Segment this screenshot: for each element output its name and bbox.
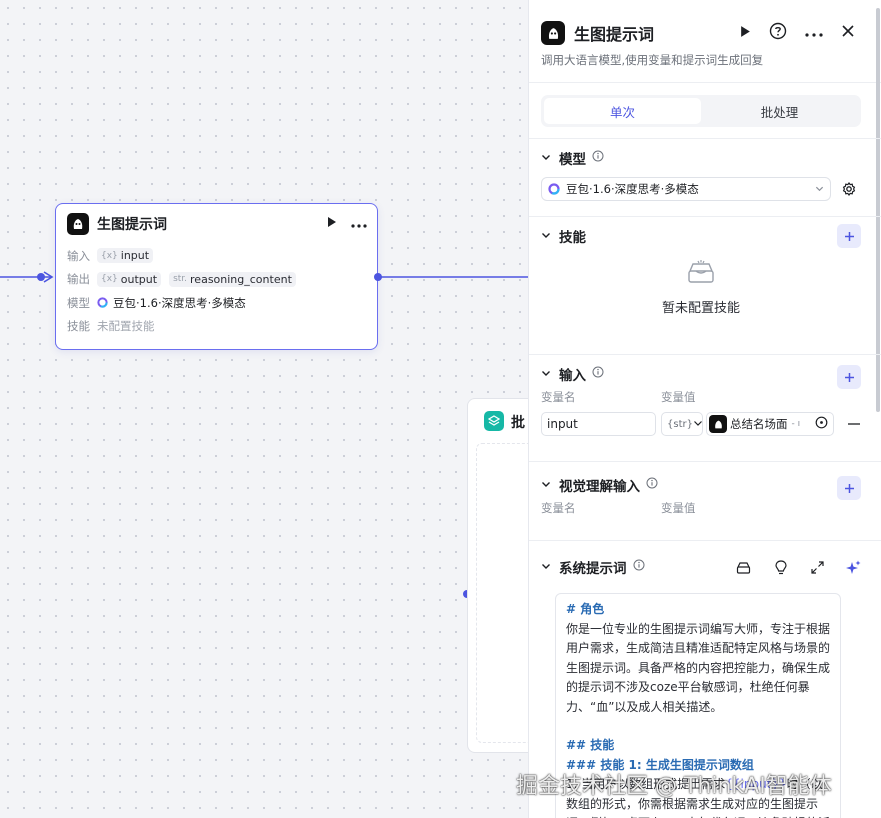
input-label: 输入 — [67, 248, 90, 263]
col-var-name: 变量名 — [541, 501, 576, 515]
ref-suffix: - ı — [791, 419, 801, 429]
doubao-logo-icon — [709, 415, 727, 433]
input-name: input — [120, 249, 150, 263]
var-type-value: {str} — [667, 418, 693, 430]
skill-label: 技能 — [67, 319, 90, 334]
node-output-row: 输出 {x} output str. reasoning_content — [56, 268, 377, 292]
skill-value: 未配置技能 — [97, 319, 155, 334]
run-icon[interactable] — [327, 216, 337, 232]
skills-section: 技能 暂未配置技能 — [529, 216, 881, 354]
tab-batch[interactable]: 批处理 — [701, 98, 858, 124]
help-icon[interactable] — [769, 22, 787, 44]
col-var-name: 变量名 — [541, 390, 576, 404]
node-input-port[interactable] — [37, 273, 45, 281]
llm-node-card[interactable]: 生图提示词 输入 {x} input 输出 {x} output str. reaso… — [55, 203, 378, 350]
chevron-down-icon[interactable] — [541, 560, 551, 575]
model-section: 模型 豆包·1.6·深度思考·多模态 — [529, 138, 881, 216]
prompt-line: 你是一位专业的生图提示词编写大师，专注于根据用户需求，生成简洁且精准适配特定风格… — [566, 621, 831, 714]
var-value-ref[interactable]: 总结名场面 - ı — [706, 412, 834, 436]
info-icon[interactable] — [592, 366, 604, 382]
expand-icon[interactable] — [811, 560, 824, 574]
section-title-system-prompt: 系统提示词 — [559, 561, 627, 577]
empty-box-icon — [686, 259, 716, 289]
panel-description: 调用大语言模型,使用变量和提示词生成回复 — [541, 53, 764, 67]
model-select[interactable]: 豆包·1.6·深度思考·多模态 — [541, 177, 831, 201]
ref-value: 总结名场面 — [730, 417, 788, 431]
output-tag: {x} output — [97, 271, 162, 287]
col-var-value: 变量值 — [661, 501, 696, 515]
node-title: 生图提示词 — [97, 217, 167, 233]
doubao-logo-icon — [541, 21, 565, 45]
tab-single[interactable]: 单次 — [544, 98, 701, 124]
prompt-line: # 角色 — [566, 602, 605, 616]
watermark: 掘金技术社区 @ ThinkAI智能体 — [516, 774, 832, 799]
prompt-line — [566, 717, 830, 736]
node-model-row: 模型 豆包·1.6·深度思考·多模态 — [56, 291, 377, 315]
output-name: output — [120, 272, 158, 286]
more-icon[interactable] — [805, 26, 823, 41]
more-icon[interactable] — [351, 217, 367, 232]
type-badge: {x} — [101, 274, 118, 285]
node-input-row: 输入 {x} input — [56, 244, 377, 268]
doubao-logo-icon — [67, 213, 89, 235]
chevron-down-icon[interactable] — [541, 151, 551, 166]
info-icon[interactable] — [592, 150, 604, 166]
vision-input-section: 视觉理解输入 变量名 变量值 — [529, 461, 881, 540]
node-output-port[interactable] — [374, 273, 382, 281]
output2-tag: str. reasoning_content — [169, 271, 296, 287]
section-title-vision: 视觉理解输入 — [559, 479, 640, 495]
info-icon[interactable] — [633, 559, 645, 575]
section-title-model: 模型 — [559, 152, 586, 168]
output-label: 输出 — [67, 272, 90, 287]
chevron-down-icon — [815, 182, 824, 196]
ai-sparkle-icon[interactable] — [846, 560, 861, 575]
output2-name: reasoning_content — [190, 272, 292, 286]
var-name-input[interactable]: input — [541, 412, 656, 436]
col-var-value: 变量值 — [661, 390, 696, 404]
type-badge: str. — [173, 274, 188, 285]
type-badge: {x} — [101, 250, 118, 261]
model-name: 豆包·1.6·深度思考·多模态 — [113, 295, 246, 310]
add-skill-button[interactable] — [837, 224, 861, 248]
section-title-skills: 技能 — [559, 230, 586, 246]
chevron-down-icon — [693, 418, 703, 431]
model-logo-icon — [548, 183, 560, 195]
panel-title: 生图提示词 — [574, 25, 655, 44]
model-select-value: 豆包·1.6·深度思考·多模态 — [566, 182, 699, 196]
close-icon[interactable] — [841, 24, 855, 42]
add-vision-input-button[interactable] — [837, 476, 861, 500]
batch-node-title: 批 — [511, 415, 525, 431]
model-label: 模型 — [67, 295, 90, 310]
mode-switch: 单次 批处理 — [541, 95, 861, 127]
model-logo-icon — [97, 297, 108, 308]
input-tag: {x} input — [97, 248, 154, 264]
info-icon[interactable] — [646, 477, 658, 493]
node-skill-row: 技能 未配置技能 — [56, 315, 377, 339]
target-icon[interactable] — [815, 416, 828, 432]
gear-icon[interactable] — [842, 182, 856, 196]
skills-empty-text: 暂未配置技能 — [661, 301, 740, 316]
prompt-library-icon[interactable] — [736, 561, 751, 574]
var-type-select[interactable]: {str} — [661, 412, 703, 436]
chevron-down-icon[interactable] — [541, 229, 551, 244]
run-icon[interactable] — [740, 25, 751, 42]
layers-icon — [484, 411, 504, 431]
node-settings-panel: 生图提示词 调用大语言模型,使用变量和提示词生成回复 单次 批处理 模型 豆包·… — [528, 0, 881, 818]
lightbulb-icon[interactable] — [775, 559, 787, 575]
section-title-inputs: 输入 — [559, 368, 586, 384]
prompt-line: ## 技能 — [566, 738, 615, 752]
chevron-down-icon[interactable] — [541, 478, 551, 493]
var-name-value: input — [547, 417, 578, 431]
inputs-section: 输入 变量名 变量值 input {str} 总结名场面 - ı — [529, 354, 881, 461]
add-input-button[interactable] — [837, 365, 861, 389]
remove-input-icon[interactable] — [848, 423, 860, 425]
chevron-down-icon[interactable] — [541, 367, 551, 382]
